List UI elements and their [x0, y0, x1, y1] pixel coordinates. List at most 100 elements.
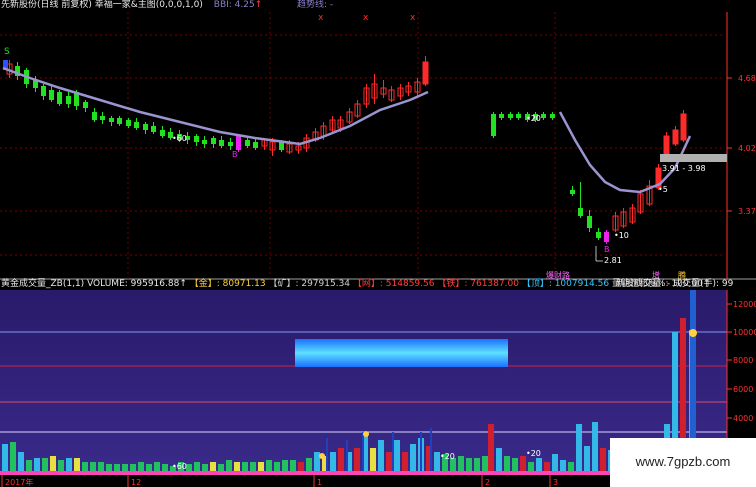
- price-tick-label: 4.68: [738, 74, 756, 83]
- price-panel: 4.68 4.02 3.37 x x x S B B •60 •20 •5 •10 2.81 3.91 - …: [0, 12, 756, 280]
- volume-bar: [496, 448, 502, 475]
- candle-body: [49, 90, 54, 100]
- ma5-marker: •5: [658, 185, 668, 194]
- level-bar: [660, 154, 727, 162]
- candle-body: [100, 116, 105, 120]
- candle-body: [550, 114, 555, 118]
- candle-body-fill: [673, 130, 678, 144]
- volume-bar: [338, 448, 344, 475]
- candle-body: [151, 126, 156, 132]
- top-value: 【顶】: 1007914.56: [521, 279, 610, 289]
- candle-body: [66, 96, 71, 104]
- sell-marker: S: [4, 47, 10, 57]
- candle-body: [117, 118, 122, 124]
- volume-spike: [362, 432, 364, 475]
- vol-ma20b-marker: •20: [526, 449, 541, 458]
- candle-body: [491, 114, 496, 136]
- candle-body-fill: [681, 114, 686, 140]
- vol-ma20-marker: •20: [440, 452, 455, 461]
- volume-bar: [600, 448, 606, 475]
- energy-band: [295, 339, 508, 367]
- ma20-marker: •20: [526, 114, 541, 123]
- candle-body: [109, 118, 114, 122]
- volume-tick-label: 8000: [733, 356, 753, 365]
- candle-body: [57, 92, 62, 104]
- top-marker: x: [363, 13, 369, 23]
- volume-tick-label: 6000: [733, 385, 753, 394]
- price-header: 先新股份(日线 前复权) 幸福一家&主图(0,0,0,1,0) BBI: 4.2…: [1, 0, 262, 11]
- buy-marker-2: B: [604, 245, 610, 254]
- volume-bar: [584, 446, 590, 475]
- range-label: 3.91 - 3.98: [662, 164, 706, 173]
- iron-value: 【铁】: 761387.00: [437, 279, 519, 289]
- bbi-arrow: ↑: [254, 0, 263, 10]
- volume-spike: [420, 432, 422, 475]
- candle-body: [202, 140, 207, 144]
- price-background: [0, 12, 756, 280]
- candle-body-fill: [423, 62, 428, 84]
- volume-bar: [576, 424, 582, 475]
- candle-body: [508, 114, 513, 118]
- candle-body: [604, 232, 609, 242]
- watermark: www.7gpzb.com: [610, 438, 756, 487]
- candle-body: [541, 114, 546, 118]
- candle-body: [578, 208, 583, 216]
- volume-spike: [326, 438, 328, 475]
- candle-body: [228, 142, 233, 146]
- candle-body: [211, 138, 216, 144]
- top-marker: x: [410, 13, 416, 23]
- volume-bar: [370, 448, 376, 475]
- volume-bar: [592, 422, 598, 475]
- volume-tick-label: 4000: [733, 414, 753, 423]
- volume-tick-label: 10000: [733, 328, 756, 337]
- low-price-label: 2.81: [604, 256, 622, 265]
- top-marker: x: [318, 13, 324, 23]
- price-tick-label: 4.02: [738, 144, 756, 153]
- volume-header: 黄金成交量_ZB(1,1) VOLUME: 995916.88↑ 【金】: 80…: [1, 279, 710, 290]
- candle-body: [570, 190, 575, 194]
- indicator-name: 黄金成交量_ZB(1,1): [1, 279, 85, 289]
- candle-body: [41, 86, 46, 96]
- candle-body-fill: [664, 136, 669, 156]
- candle-body: [587, 216, 592, 228]
- candle-body: [126, 120, 131, 126]
- x-tick-label: 2: [485, 478, 490, 487]
- buy-marker-1: B: [232, 150, 238, 159]
- volume-bar: [488, 424, 494, 475]
- x-tick-label: 12: [131, 478, 141, 487]
- candle-body: [219, 140, 224, 146]
- volume-spike: [346, 440, 348, 475]
- x-tick-label: 1: [317, 478, 322, 487]
- candle-body: [92, 112, 97, 120]
- net-value: 【网】: 514859.56: [352, 279, 435, 289]
- stock-title: 先新股份(日线 前复权): [1, 0, 92, 10]
- candle-body: [279, 142, 284, 150]
- chart-canvas: 4.68 4.02 3.37 x x x S B B •60 •20 •5 •10 2.81 3.91 - …: [0, 12, 756, 487]
- x-tick-label: 2017年: [5, 477, 33, 487]
- volume-dot: [689, 329, 697, 337]
- vol-ma60-marker: •60: [172, 462, 187, 471]
- candle-body: [499, 114, 504, 118]
- candle-body: [134, 122, 139, 128]
- volume-bar: [410, 444, 416, 475]
- candle-body: [160, 130, 165, 136]
- volume-bar: [2, 444, 8, 475]
- candle-body: [194, 136, 199, 142]
- gold-value: 【金】: 80971.13: [189, 279, 266, 289]
- volume-bar: [378, 440, 384, 475]
- volume-bar: [354, 448, 360, 475]
- bbi-label: BBI: 4.25: [213, 0, 255, 10]
- ma10-marker: •10: [614, 231, 629, 240]
- ma60-marker: •60: [172, 134, 187, 143]
- x-tick-label: 3: [553, 478, 558, 487]
- candle-body: [143, 124, 148, 130]
- volume-dot: [319, 453, 325, 459]
- formula-name: 幸福一家&主图(0,0,0,1,0): [94, 0, 203, 10]
- volume-spike: [430, 428, 432, 475]
- price-tick-label: 3.37: [738, 207, 756, 216]
- mine-value: 【矿】: 297915.34: [268, 279, 351, 289]
- volume-bar: [394, 440, 400, 475]
- candle-body: [516, 114, 521, 118]
- volume-value: VOLUME: 995916.88↑: [87, 279, 187, 289]
- volume-bar: [10, 442, 16, 475]
